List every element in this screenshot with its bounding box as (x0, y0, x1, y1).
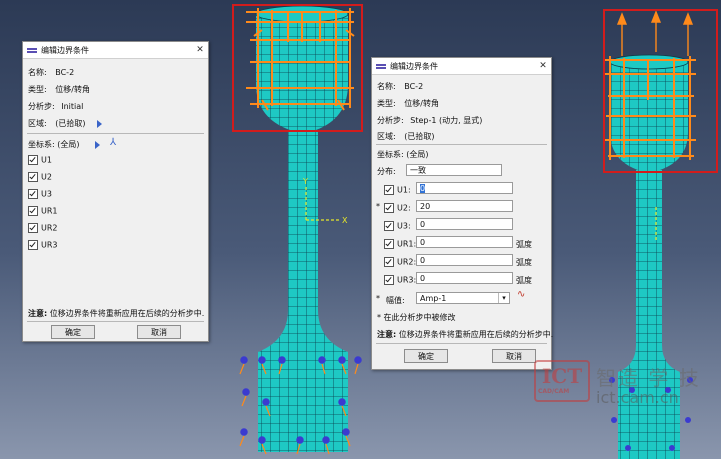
note-label: 注意: (28, 309, 48, 318)
dof-checkbox-u3[interactable]: U3: (384, 221, 411, 231)
watermark-url: ict.cam.cn (596, 388, 679, 407)
type-value: 位移/转角 (55, 85, 90, 94)
ur3-unit: 弧度 (516, 276, 532, 285)
csys-value: (全局) (406, 150, 429, 159)
amplitude-modified-star: * (376, 294, 380, 303)
axis-x-label: X (342, 216, 348, 225)
step-label: 分析步: (377, 116, 404, 125)
watermark: ICT CAD/CAM 智造 学 技 ict.cam.cn (534, 360, 714, 416)
dialog-title: 编辑边界条件 (41, 45, 89, 55)
close-icon[interactable]: ✕ (192, 45, 208, 55)
ok-button[interactable]: 确定 (404, 349, 448, 363)
create-amplitude-icon[interactable]: ∿ (517, 289, 525, 300)
dof-checkbox-ur1[interactable]: UR1: (384, 239, 416, 249)
dialog-titlebar[interactable]: 编辑边界条件 ✕ (372, 58, 551, 75)
region-label: 区域: (377, 132, 396, 141)
csys-label: 坐标系: (28, 140, 55, 149)
cancel-button[interactable]: 取消 (492, 349, 536, 363)
watermark-logo: ICT (534, 360, 590, 402)
edit-csys-icon[interactable] (95, 141, 100, 149)
note-text: 位移边界条件将重新应用在后续的分析步中. (49, 309, 205, 318)
step-value: Initial (61, 102, 84, 111)
ur1-unit: 弧度 (516, 240, 532, 249)
ur1-value-field[interactable]: 0 (416, 236, 513, 248)
u2-value-field[interactable]: 20 (416, 200, 513, 212)
name-label: 名称: (28, 68, 47, 77)
region-value: (已拾取) (404, 132, 435, 141)
dof-checkbox-u1[interactable]: U1 (28, 155, 52, 165)
csys-label: 坐标系: (377, 150, 404, 159)
edit-bc-dialog-step1: 编辑边界条件 ✕ 名称: BC-2 类型: 位移/转角 分析步: Step-1 … (371, 57, 554, 370)
highlight-box-left (232, 4, 363, 132)
ur3-value-field[interactable]: 0 (416, 272, 513, 284)
name-value: BC-2 (55, 68, 75, 77)
axis-y-label: Y (302, 177, 308, 186)
dof-checkbox-u1[interactable]: U1: (384, 185, 411, 195)
dof-checkbox-ur2[interactable]: UR2: (384, 257, 416, 267)
u3-value-field[interactable]: 0 (416, 218, 513, 230)
note-label: 注意: (377, 330, 397, 339)
distribution-label: 分布: (377, 167, 396, 176)
abaqus-app-icon (376, 61, 386, 71)
dialog-title: 编辑边界条件 (390, 61, 438, 71)
type-value: 位移/转角 (404, 99, 439, 108)
dof-checkbox-ur3[interactable]: UR3: (384, 275, 416, 285)
close-icon[interactable]: ✕ (535, 61, 551, 71)
type-label: 类型: (28, 85, 47, 94)
highlight-box-right (603, 9, 718, 173)
name-label: 名称: (377, 82, 396, 91)
ok-button[interactable]: 确定 (51, 325, 95, 339)
csys-value: (全局) (57, 140, 80, 149)
region-label: 区域: (28, 119, 47, 128)
dof-checkbox-u3[interactable]: U3 (28, 189, 52, 199)
dialog-titlebar[interactable]: 编辑边界条件 ✕ (23, 42, 208, 59)
distribution-field[interactable]: 一致 (406, 164, 502, 176)
dof-checkbox-ur1[interactable]: UR1 (28, 206, 58, 216)
step-label: 分析步: (28, 102, 55, 111)
dof-checkbox-ur3[interactable]: UR3 (28, 240, 58, 250)
amplitude-select[interactable]: Amp-1 ▾ (416, 292, 510, 304)
edit-bc-dialog-initial: 编辑边界条件 ✕ 名称: BC-2 类型: 位移/转角 分析步: Initial… (22, 41, 209, 342)
watermark-text: 智造 学 技 (596, 366, 701, 390)
step-value: Step-1 (动力, 显式) (410, 116, 483, 125)
abaqus-app-icon (27, 45, 37, 55)
dof-checkbox-u2[interactable]: U2 (28, 172, 52, 182)
modified-note: * 在此分析步中被修改 (377, 313, 456, 322)
region-value: (已拾取) (55, 119, 86, 128)
name-value: BC-2 (404, 82, 424, 91)
u1-value-field[interactable]: 0 (416, 182, 513, 194)
type-label: 类型: (377, 99, 396, 108)
watermark-logo-sub: CAD/CAM (538, 388, 570, 395)
ur2-unit: 弧度 (516, 258, 532, 267)
dof-checkbox-u2[interactable]: U2: (384, 203, 411, 213)
note-text: 位移边界条件将重新应用在后续的分析步中. (398, 330, 554, 339)
amplitude-label: 幅值: (386, 296, 405, 305)
dof-checkbox-ur2[interactable]: UR2 (28, 223, 58, 233)
cancel-button[interactable]: 取消 (137, 325, 181, 339)
chevron-down-icon[interactable]: ▾ (498, 293, 509, 303)
ur2-value-field[interactable]: 0 (416, 254, 513, 266)
csys-triad-icon[interactable]: ⅄ (110, 137, 116, 148)
edit-region-icon[interactable] (97, 120, 102, 128)
u2-modified-star: * (376, 202, 380, 211)
